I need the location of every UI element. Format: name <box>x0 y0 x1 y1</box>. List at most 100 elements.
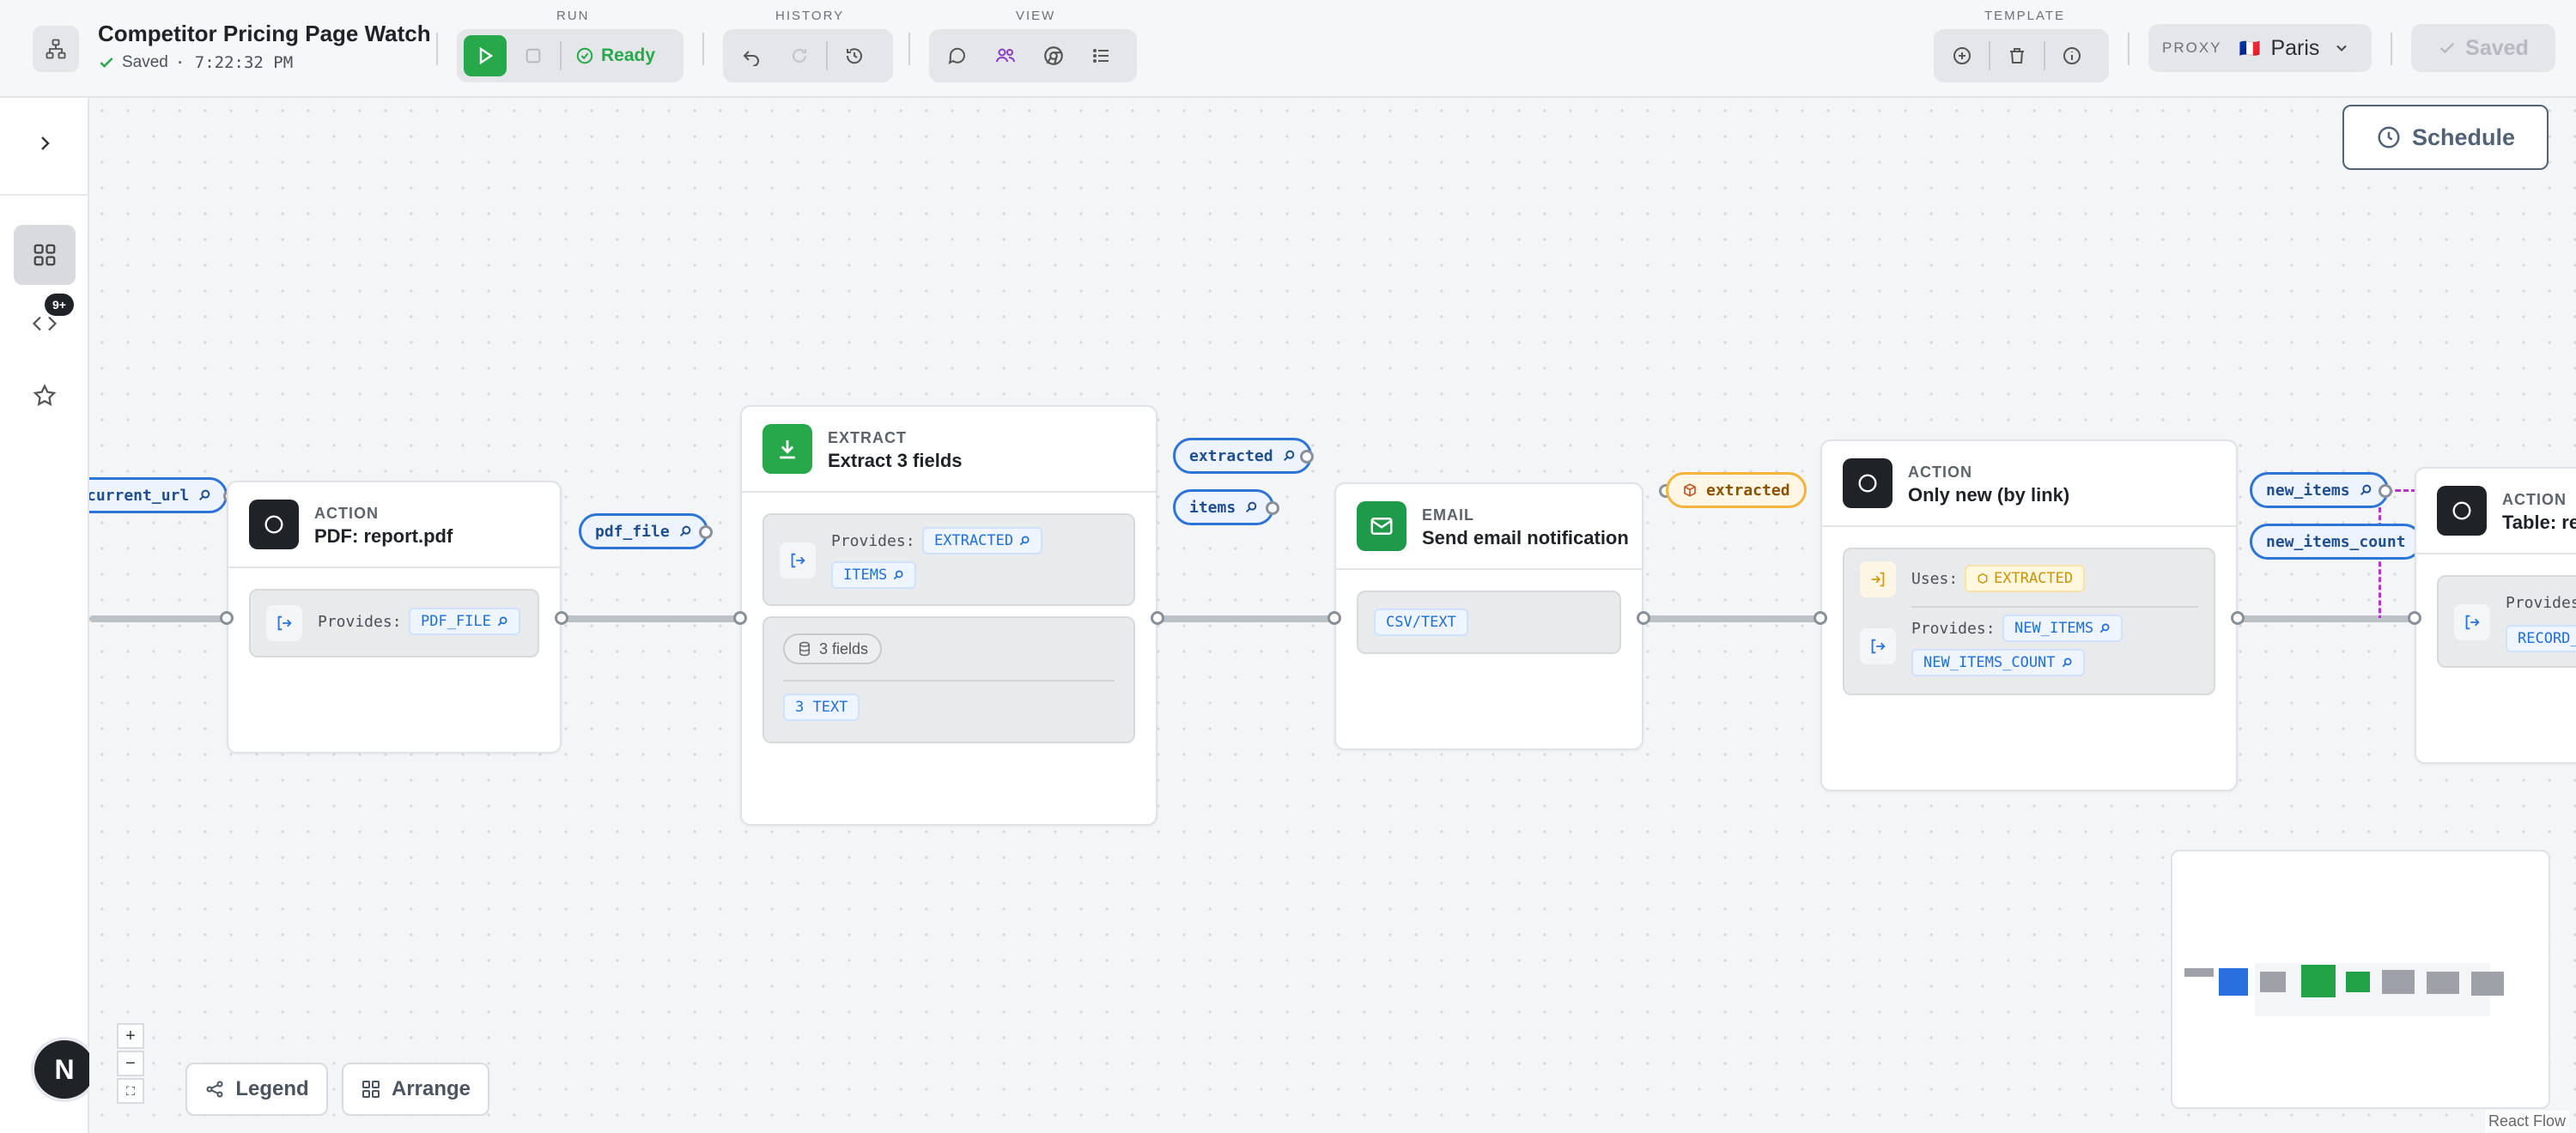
input-handle[interactable] <box>2408 611 2421 625</box>
circle-icon <box>1858 474 1877 493</box>
current-url-pill[interactable]: current_url <box>89 477 228 513</box>
code-panel-button[interactable]: 9+ <box>14 294 76 354</box>
workflow-icon-button[interactable] <box>33 26 79 72</box>
info-icon <box>2063 47 2081 64</box>
output-handle[interactable] <box>555 611 568 625</box>
notification-badge: 9+ <box>45 294 74 316</box>
provides-chip[interactable]: RECORD_ <box>2506 625 2576 652</box>
magnifier-icon <box>679 525 691 537</box>
new-items-count-pill[interactable]: new_items_count <box>2250 524 2422 560</box>
list-icon <box>1093 49 1109 63</box>
chat-view-button[interactable] <box>936 35 979 76</box>
provides-chip[interactable]: NEW_ITEMS_COUNT <box>1911 649 2085 676</box>
node-title: Send email notification <box>1422 527 1629 548</box>
minimap[interactable] <box>2171 850 2550 1109</box>
zoom-in-button[interactable]: + <box>117 1023 144 1049</box>
extracted-pill[interactable]: extracted <box>1173 438 1312 474</box>
edge-line <box>1154 615 1336 622</box>
input-handle[interactable] <box>220 611 234 625</box>
output-handle[interactable] <box>1637 611 1650 625</box>
provides-chip[interactable]: EXTRACTED <box>922 527 1043 554</box>
provides-chip[interactable]: ITEMS <box>831 561 917 589</box>
fields-count-text: 3 fields <box>819 639 869 657</box>
browser-view-button[interactable] <box>1032 35 1075 76</box>
history-button[interactable] <box>833 35 876 76</box>
node-only-new[interactable]: ACTION Only new (by link) Uses: EXTRACTE… <box>1820 439 2238 791</box>
template-info-button[interactable] <box>2050 35 2093 76</box>
output-handle[interactable] <box>1266 501 1279 515</box>
pdf-file-pill[interactable]: pdf_file <box>579 513 708 549</box>
action-icon <box>1843 458 1893 508</box>
arrange-button[interactable]: Arrange <box>342 1063 489 1116</box>
zoom-out-button[interactable]: − <box>117 1051 144 1076</box>
action-icon <box>249 500 299 549</box>
add-template-button[interactable] <box>1941 35 1984 76</box>
chip-label: NEW_ITEMS <box>2014 620 2094 637</box>
save-state-text: Saved <box>122 53 168 71</box>
schedule-button[interactable]: Schedule <box>2342 105 2549 170</box>
database-icon <box>799 641 810 657</box>
undo-button[interactable] <box>730 35 773 76</box>
output-handle[interactable] <box>2379 484 2392 498</box>
chip-label: EXTRACTED <box>1994 570 2074 587</box>
nodes-panel-button[interactable] <box>14 225 76 285</box>
output-handle[interactable] <box>1151 611 1164 625</box>
chip-label: 3 TEXT <box>795 699 848 716</box>
clock-icon <box>2378 126 2400 148</box>
new-items-pill[interactable]: new_items <box>2250 472 2389 508</box>
saved-button[interactable]: Saved <box>2411 24 2555 72</box>
trash-icon <box>2010 48 2024 64</box>
check-icon <box>2439 42 2455 54</box>
output-arrow-icon <box>1860 628 1896 664</box>
node-title: PDF: report.pdf <box>314 525 453 547</box>
output-arrow-icon <box>2454 604 2490 640</box>
proxy-selector[interactable]: PROXY 🇫🇷 Paris <box>2148 24 2372 72</box>
list-view-button[interactable] <box>1080 35 1123 76</box>
output-handle[interactable] <box>2231 611 2245 625</box>
expand-sidebar-button[interactable] <box>14 113 76 173</box>
input-handle[interactable] <box>1814 611 1827 625</box>
download-icon <box>762 424 812 474</box>
extracted-input-pill[interactable]: extracted <box>1666 472 1807 508</box>
format-chip[interactable]: CSV/TEXT <box>1374 609 1468 636</box>
plus-circle-icon <box>1953 47 1971 64</box>
legend-button[interactable]: Legend <box>185 1063 328 1116</box>
node-table[interactable]: ACTION Table: re Provides RECORD_ <box>2415 467 2576 764</box>
provides-chip[interactable]: NEW_ITEMS <box>2002 615 2123 642</box>
uses-chip[interactable]: EXTRACTED <box>1965 565 2086 592</box>
user-avatar[interactable]: N <box>31 1037 98 1102</box>
node-pdf-report[interactable]: ACTION PDF: report.pdf Provides: PDF_FIL… <box>227 481 562 754</box>
stop-button[interactable] <box>512 35 555 76</box>
workflow-canvas[interactable]: Schedule current_url pdf_file extracted … <box>89 98 2576 1133</box>
grid-icon <box>33 244 56 266</box>
chip-label: EXTRACTED <box>934 532 1014 549</box>
users-view-button[interactable] <box>984 35 1027 76</box>
proxy-label: PROXY <box>2162 39 2222 56</box>
uses-label: Uses: <box>1911 570 1959 588</box>
fit-view-button[interactable]: ⛶ <box>117 1078 144 1104</box>
view-group <box>929 29 1137 82</box>
history-group-label: HISTORY <box>775 9 845 23</box>
input-handle[interactable] <box>1327 611 1341 625</box>
input-handle[interactable] <box>733 611 747 625</box>
view-group-label: VIEW <box>1016 9 1056 23</box>
provides-label: Provides <box>2506 594 2576 612</box>
circle-icon <box>264 515 283 534</box>
play-icon <box>479 46 494 65</box>
output-handle[interactable] <box>699 525 713 539</box>
text-field-chip[interactable]: 3 TEXT <box>783 694 860 721</box>
redo-button[interactable] <box>778 35 821 76</box>
cube-icon <box>1978 573 1988 585</box>
node-send-email[interactable]: EMAIL Send email notification CSV/TEXT <box>1334 482 1643 750</box>
output-arrow-icon <box>266 605 302 641</box>
run-button[interactable] <box>464 35 507 76</box>
provides-chip[interactable]: PDF_FILE <box>409 608 520 635</box>
delete-template-button[interactable] <box>1996 35 2038 76</box>
items-pill[interactable]: items <box>1173 489 1275 525</box>
favorites-button[interactable] <box>14 366 76 426</box>
top-toolbar: Competitor Pricing Page Watch Saved · 7:… <box>0 0 2576 98</box>
react-flow-attribution[interactable]: React Flow <box>2485 1111 2570 1132</box>
node-extract-fields[interactable]: EXTRACT Extract 3 fields Provides: EXTRA… <box>740 405 1157 826</box>
output-handle[interactable] <box>1300 450 1314 464</box>
arrange-label: Arrange <box>391 1077 471 1100</box>
